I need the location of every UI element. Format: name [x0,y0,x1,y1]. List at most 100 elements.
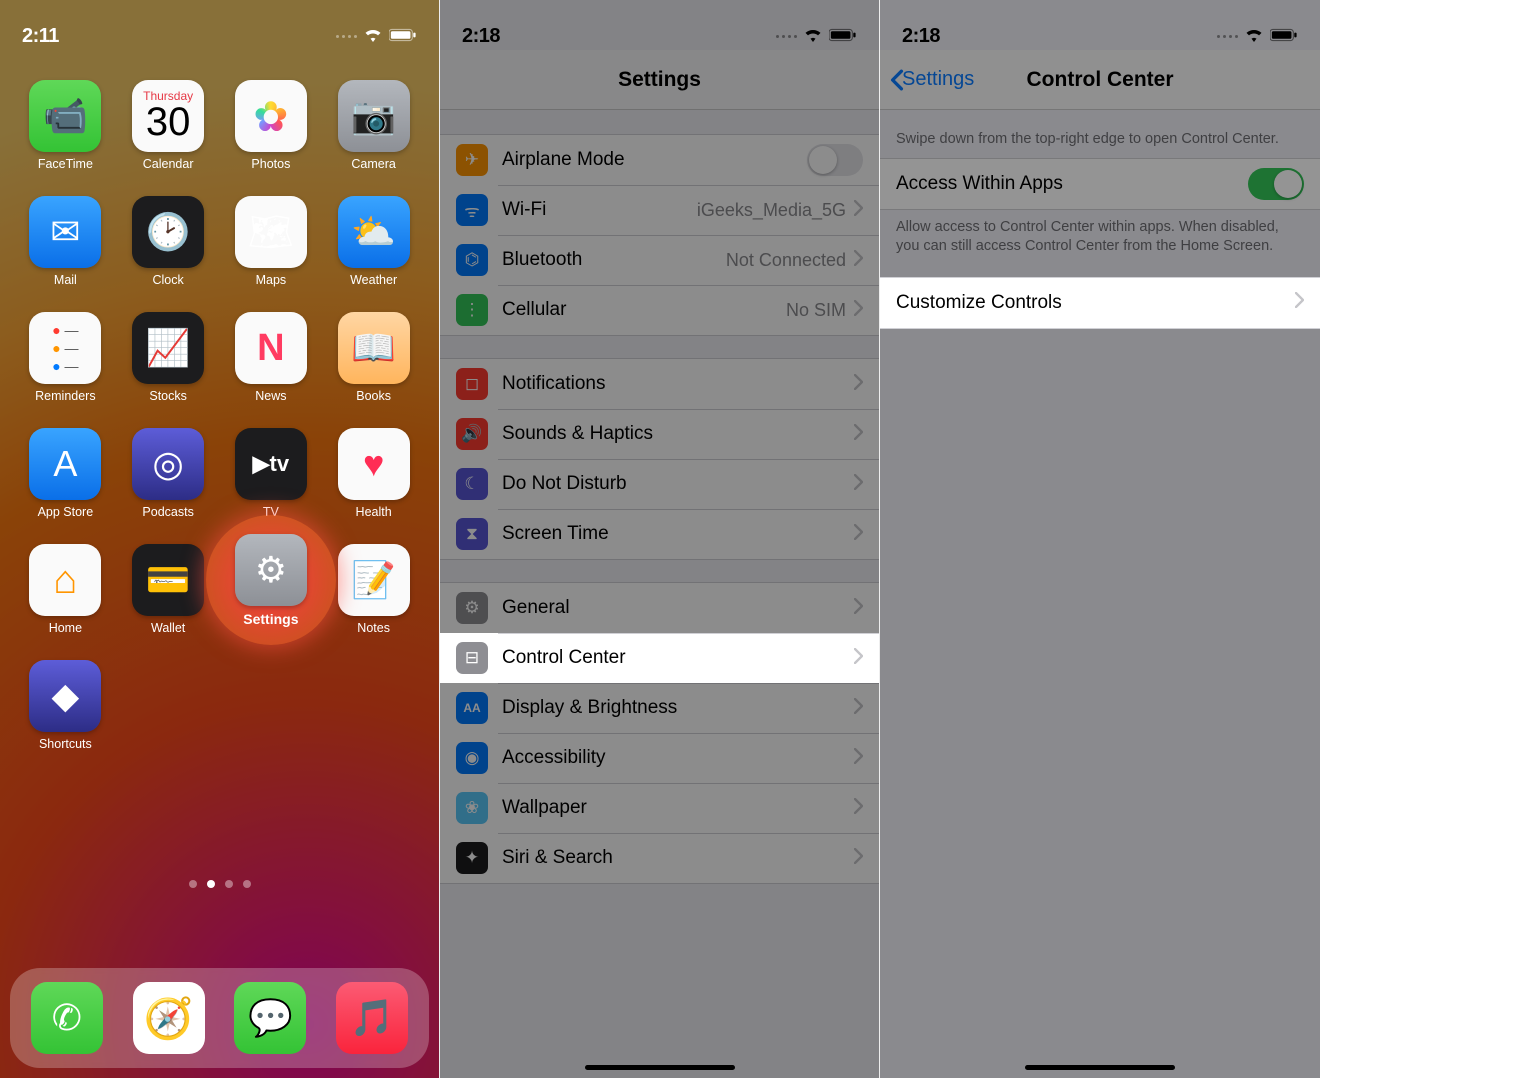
row-label: Wallpaper [502,797,854,819]
app-stocks[interactable]: 📈Stocks [123,312,213,403]
app-icon: ✉ [29,196,101,268]
wifi-icon [363,25,383,48]
app-icon: 🕑 [132,196,204,268]
nav-bar: Settings Control Center [880,50,1320,110]
row-cellular[interactable]: ⋮CellularNo SIM [440,285,879,335]
app-camera[interactable]: 📷Camera [329,80,419,171]
row-airplane-mode[interactable]: ✈Airplane Mode [440,135,879,185]
row-icon: ⊟ [456,642,488,674]
app-books[interactable]: 📖Books [329,312,419,403]
row-label: Airplane Mode [502,149,807,171]
battery-icon [829,25,857,48]
app-photos[interactable]: ✿ Photos [226,80,316,171]
app-home[interactable]: ⌂Home [20,544,110,635]
row-label: Bluetooth [502,249,726,271]
chevron-right-icon [854,300,863,321]
app-notes[interactable]: 📝Notes [329,544,419,635]
section-footer: Allow access to Control Center within ap… [880,210,1320,273]
row-icon: ⋮ [456,294,488,326]
dock-app-messages[interactable]: 💬 [234,982,306,1054]
dock-app-safari[interactable]: 🧭 [133,982,205,1054]
app-icon: A [29,428,101,500]
row-customize-controls[interactable]: Customize Controls [880,278,1320,328]
app-icon: ◆ [29,660,101,732]
row-screen-time[interactable]: ⧗Screen Time [440,509,879,559]
settings-list[interactable]: ✈Airplane ModeᯤWi-FiiGeeks_Media_5G ⌬ Blue… [440,110,879,1078]
app-label: Photos [251,157,290,171]
row-siri-search[interactable]: ✦ Siri & Search [440,833,879,883]
app-icon: 📹 [29,80,101,152]
back-button[interactable]: Settings [890,68,974,91]
dock-app-music[interactable]: 🎵 [336,982,408,1054]
row-wallpaper[interactable]: ❀Wallpaper [440,783,879,833]
row-label: Siri & Search [502,847,854,869]
app-facetime[interactable]: 📹 FaceTime [20,80,110,171]
access-within-apps-group: Access Within Apps [880,158,1320,210]
settings-group: ✈Airplane ModeᯤWi-FiiGeeks_Media_5G ⌬ Blue… [440,134,879,336]
row-display-brightness[interactable]: AADisplay & Brightness [440,683,879,733]
home-indicator[interactable] [1025,1065,1175,1070]
app-tv[interactable]: ▶tvTV [226,428,316,519]
app-icon: 📈 [132,312,204,384]
app-health[interactable]: ♥Health [329,428,419,519]
row-icon: ⌬ [456,244,488,276]
row-control-center[interactable]: ⊟ Control Center [440,633,879,683]
app-label: Wallet [151,621,185,635]
app-shortcuts[interactable]: ◆ Shortcuts [20,660,110,751]
row-label: Accessibility [502,747,854,769]
app-reminders[interactable]: ● —● —● —Reminders [20,312,110,403]
app-news[interactable]: NNews [226,312,316,403]
row-do-not-disturb[interactable]: ☾Do Not Disturb [440,459,879,509]
app-icon: ✿ [235,80,307,152]
settings-group: ◻Notifications🔊Sounds & Haptics☾Do Not D… [440,358,879,560]
app-label: App Store [38,505,94,519]
row-icon: AA [456,692,488,724]
app-app-store[interactable]: A App Store [20,428,110,519]
panel-control-center: 2:18 Settings Control Center Swipe down … [880,0,1320,1078]
app-icon: N [235,312,307,384]
row-access-within-apps[interactable]: Access Within Apps [880,159,1320,209]
row-bluetooth[interactable]: ⌬BluetoothNot Connected [440,235,879,285]
app-mail[interactable]: ✉ Mail [20,196,110,287]
row-icon: ☾ [456,468,488,500]
app-label: Weather [350,273,397,287]
app-settings[interactable]: ⚙Settings [226,534,316,627]
app-wallet[interactable]: 💳 Wallet [123,544,213,635]
row-wi-fi[interactable]: ᯤWi-FiiGeeks_Media_5G [440,185,879,235]
app-label: Home [49,621,82,635]
app-label: FaceTime [38,157,93,171]
app-maps[interactable]: 🗺Maps [226,196,316,287]
row-sounds-haptics[interactable]: 🔊Sounds & Haptics [440,409,879,459]
switch-access-within-apps[interactable] [1248,168,1304,200]
app-icon: 💳 [132,544,204,616]
app-label: Calendar [143,157,194,171]
app-weather[interactable]: ⛅Weather [329,196,419,287]
app-podcasts[interactable]: ◎Podcasts [123,428,213,519]
status-time: 2:18 [462,25,500,48]
row-notifications[interactable]: ◻Notifications [440,359,879,409]
app-icon: Thursday30 [132,80,204,152]
status-icons [336,25,417,48]
dock-app-phone[interactable]: ✆ [31,982,103,1054]
row-label: Control Center [502,647,854,669]
app-label: Mail [54,273,77,287]
chevron-right-icon [854,598,863,619]
switch[interactable] [807,144,863,176]
chevron-right-icon [854,474,863,495]
page-indicator[interactable] [0,880,439,888]
home-indicator[interactable] [585,1065,735,1070]
row-accessibility[interactable]: ◉Accessibility [440,733,879,783]
row-label: Notifications [502,373,854,395]
app-calendar[interactable]: Thursday30 Calendar [123,80,213,171]
status-bar: 2:18 [880,0,1320,50]
app-icon: ◎ [132,428,204,500]
row-icon: ✦ [456,842,488,874]
row-general[interactable]: ⚙General [440,583,879,633]
app-label: Shortcuts [39,737,92,751]
row-icon: ᯤ [456,194,488,226]
row-label: Customize Controls [896,292,1295,314]
app-label: Clock [152,273,183,287]
app-label: Maps [256,273,287,287]
app-clock[interactable]: 🕑 Clock [123,196,213,287]
section-description: Swipe down from the top-right edge to op… [880,110,1320,158]
